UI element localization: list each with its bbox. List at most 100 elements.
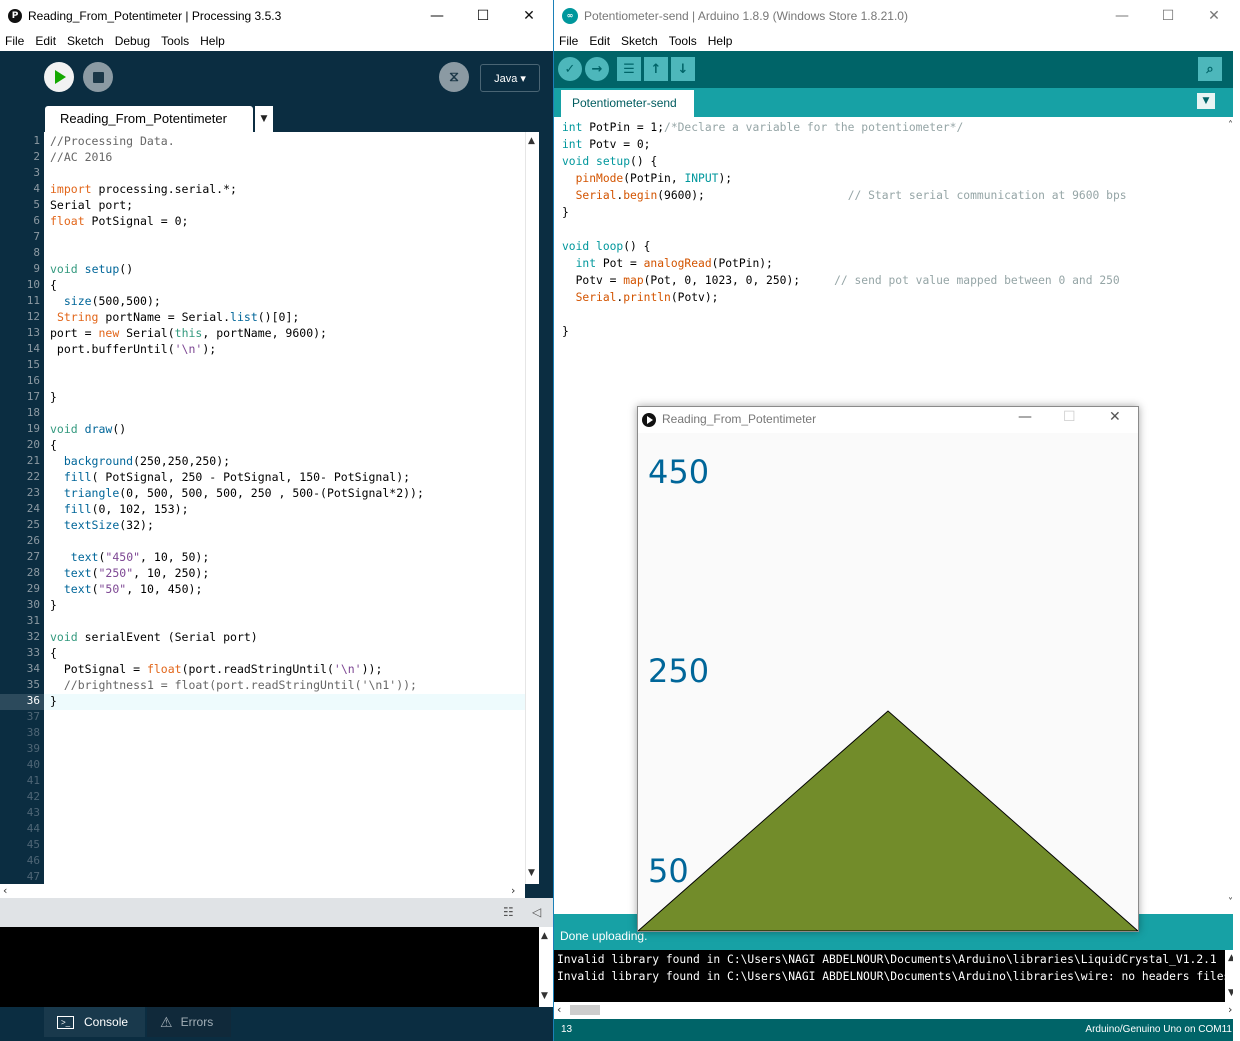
line-number: 32 [26, 630, 40, 643]
scroll-down-icon[interactable]: ▼ [528, 868, 535, 878]
console-icon: >_ [57, 1015, 74, 1029]
menu-help[interactable]: Help [703, 34, 739, 48]
tab-reading-from-potentimeter[interactable]: Reading_From_Potentimeter [45, 106, 253, 132]
mode-selector[interactable]: Java ▾ [480, 64, 540, 92]
code-line: text("450", 10, 50); [70, 550, 210, 564]
errors-tab[interactable]: ⚠ Errors [147, 1007, 231, 1037]
menu-edit[interactable]: Edit [30, 34, 62, 48]
console-horizontal-scrollbar[interactable]: ‹ › [554, 1002, 1240, 1019]
menu-tools[interactable]: Tools [156, 34, 195, 48]
menu-tools[interactable]: Tools [664, 34, 703, 48]
close-icon[interactable]: ✕ [1109, 409, 1121, 425]
scroll-up-icon[interactable]: ▲ [541, 931, 548, 941]
processing-footer: >_ Console ⚠ Errors [0, 1007, 553, 1041]
code-line: textSize(32); [63, 518, 154, 532]
tab-menu-button[interactable]: ▼ [1197, 93, 1215, 109]
line-number: 20 [26, 438, 40, 451]
line-number: 45 [26, 838, 40, 851]
scroll-down-icon[interactable]: ▼ [541, 991, 548, 1001]
serial-monitor-button[interactable]: ⌕ [1198, 57, 1222, 81]
status-message: Done uploading. [560, 929, 648, 943]
code-line: void setup() { [562, 155, 658, 168]
triangle-down-icon: ▼ [1202, 96, 1210, 106]
line-number: 4 [33, 182, 40, 195]
close-icon[interactable]: ✕ [506, 0, 552, 31]
console-tab[interactable]: >_ Console [44, 1007, 145, 1037]
line-number: 13 [26, 326, 40, 339]
line-number: 42 [26, 790, 40, 803]
minimize-icon[interactable]: — [1099, 0, 1145, 31]
menu-sketch[interactable]: Sketch [616, 34, 664, 48]
scroll-up-icon[interactable]: ▲ [528, 136, 535, 146]
code-line: Potv = map(Pot, 0, 1023, 0, 250); // sen… [562, 274, 1120, 287]
processing-window-title: Reading_From_Potentimeter | Processing 3… [28, 8, 282, 23]
code-line: triangle(0, 500, 500, 500, 250 , 500-(Po… [63, 486, 424, 500]
code-line: pinMode(PotPin, INPUT); [575, 172, 733, 185]
line-number: 31 [26, 614, 40, 627]
processing-menubar: File Edit Sketch Debug Tools Help [0, 31, 553, 51]
code-line: //Processing Data. [50, 134, 175, 148]
code-line: } [562, 325, 569, 338]
line-number: 43 [26, 806, 40, 819]
arduino-footer: 13 Arduino/Genuino Uno on COM11 [554, 1019, 1240, 1041]
console-vertical-scrollbar[interactable]: ▲ ▼ [539, 927, 553, 1007]
warning-icon: ⚠ [160, 1013, 173, 1030]
line-number: 44 [26, 822, 40, 835]
run-button[interactable] [44, 62, 74, 92]
scroll-left-icon[interactable]: ‹ [3, 884, 7, 897]
scroll-right-icon[interactable]: › [1228, 1003, 1232, 1016]
save-button[interactable]: ↓ [671, 57, 695, 81]
code-line: void setup() [50, 262, 134, 276]
processing-app-icon: P [8, 8, 22, 23]
copy-console-icon[interactable]: ☷ [503, 905, 514, 919]
debugger-button[interactable]: ⧖ [439, 62, 469, 92]
sketch-output-window: Reading_From_Potentimeter — ☐ ✕ 450 250 … [637, 406, 1139, 932]
console-divider[interactable]: ☷ ◁ [0, 898, 553, 927]
sketch-window-title: Reading_From_Potentimeter [662, 412, 817, 426]
maximize-icon[interactable]: ☐ [460, 0, 506, 31]
menu-debug[interactable]: Debug [110, 34, 156, 48]
menu-file[interactable]: File [0, 34, 30, 48]
line-number: 40 [26, 758, 40, 771]
menu-help[interactable]: Help [195, 34, 231, 48]
new-button[interactable]: ☰ [617, 57, 641, 81]
line-number: 24 [26, 502, 40, 515]
line-number: 23 [26, 486, 40, 499]
line-number: 34 [26, 662, 40, 675]
code-line: { [50, 438, 57, 452]
scroll-thumb[interactable] [570, 1005, 600, 1015]
code-line: fill( PotSignal, 250 - PotSignal, 150- P… [63, 470, 411, 484]
menu-file[interactable]: File [554, 34, 584, 48]
menu-edit[interactable]: Edit [584, 34, 616, 48]
tab-menu-button[interactable]: ▼ [255, 106, 273, 132]
minimize-icon[interactable]: — [414, 0, 460, 31]
menu-sketch[interactable]: Sketch [62, 34, 110, 48]
label-250: 250 [648, 652, 710, 690]
verify-button[interactable]: ✓ [558, 57, 582, 81]
editor-horizontal-scrollbar[interactable]: ‹ › [0, 884, 525, 898]
line-number: 1 [33, 134, 40, 147]
scroll-left-icon[interactable]: ‹ [557, 1003, 561, 1016]
open-button[interactable]: ↑ [644, 57, 668, 81]
code-line: { [50, 278, 57, 292]
collapse-console-icon[interactable]: ◁ [532, 905, 541, 919]
code-line: text("50", 10, 450); [63, 582, 203, 596]
line-number: 26 [26, 534, 40, 547]
tab-potentiometer-send[interactable]: Potentiometer-send [561, 90, 694, 117]
line-number: 33 [26, 646, 40, 659]
minimize-icon[interactable]: — [1018, 409, 1032, 425]
upload-button[interactable]: → [585, 57, 609, 81]
line-number: 47 [26, 870, 40, 883]
maximize-icon[interactable]: ☐ [1145, 0, 1191, 31]
editor-vertical-scrollbar[interactable]: ▲ ▼ [525, 132, 539, 884]
code-line: Serial port; [50, 198, 134, 212]
close-icon[interactable]: ✕ [1191, 0, 1237, 31]
processing-code-editor[interactable]: //Processing Data. //AC 2016 import proces… [44, 132, 525, 884]
stop-button[interactable] [83, 62, 113, 92]
scroll-right-icon[interactable]: › [511, 884, 515, 897]
code-line: void draw() [50, 422, 127, 436]
line-number: 16 [26, 374, 40, 387]
board-port-indicator: Arduino/Genuino Uno on COM11 [1085, 1024, 1232, 1035]
new-file-icon: ☰ [623, 61, 635, 77]
processing-tab-row: Reading_From_Potentimeter ▼ [0, 104, 553, 132]
